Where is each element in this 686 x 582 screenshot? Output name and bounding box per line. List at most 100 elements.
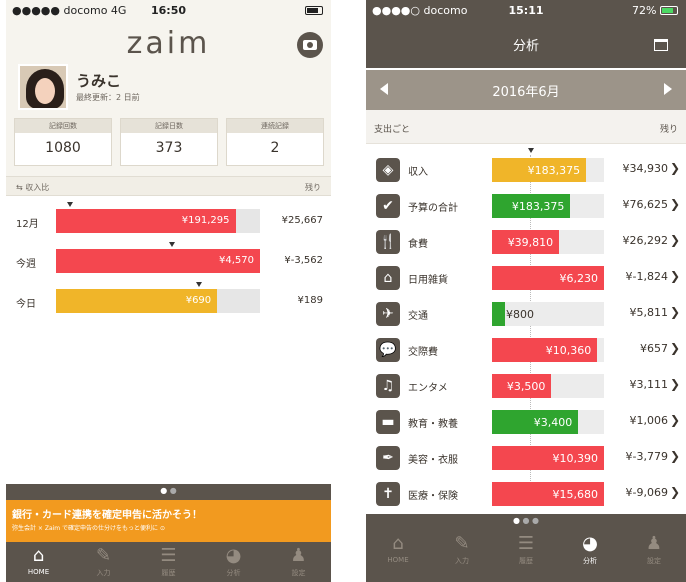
row-remaining: ¥-3,562 [284,255,323,266]
pencil-icon: ✎ [454,533,470,554]
tab-input[interactable]: ✎ 入力 [430,530,494,582]
nav-bar: 分析 [366,20,686,68]
pie-chart-icon: ◕ [582,533,598,554]
progress-fill: ¥39,810 [492,230,560,254]
category-remaining: ¥-9,069 [625,486,668,499]
camera-icon[interactable] [297,32,323,58]
status-bar: ●●●●○ docomo 15:11 72% [366,0,686,20]
income-ratio-toggle[interactable]: ⇆ 収入比 [16,182,49,193]
budget-row-week[interactable]: 今週 ¥4,570 ¥-3,562 [6,242,331,274]
next-month-icon[interactable] [664,83,672,95]
list-icon: ☰ [160,545,177,566]
page-title: 分析 [512,39,539,54]
progress-fill: ¥183,375 [492,158,587,182]
category-remaining: ¥-3,779 [625,450,668,463]
progress-fill: ¥3,400 [492,410,579,434]
tab-history[interactable]: ☰ 履歴 [494,530,558,582]
progress-fill: ¥6,230 [492,266,604,290]
category-row-education[interactable]: ▬ 教育・教養 ¥3,400 ¥1,006 ❯ [366,404,686,440]
promo-banner[interactable]: 銀行・カード連携を確定申告に活かそう！ 弥生会計 × Zaim で確定申告の仕分… [6,500,331,542]
chevron-right-icon[interactable]: ❯ [670,485,680,499]
category-row-beauty-clothing[interactable]: ✒ 美容・衣服 ¥10,390 ¥-3,779 ❯ [366,440,686,476]
chevron-right-icon[interactable]: ❯ [670,413,680,427]
progress-track: ¥3,400 [492,410,604,434]
page-indicator[interactable]: ● ● ● [366,514,686,530]
chevron-right-icon[interactable]: ❯ [670,197,680,211]
banner-subtitle: 弥生会計 × Zaim で確定申告の仕分けをもっと便利に ⊙ [12,525,165,532]
progress-track: ¥39,810 [492,230,604,254]
tab-settings[interactable]: ♟ 設定 [266,542,331,582]
budget-row-month[interactable]: 12月 ¥191,295 ¥25,667 [6,202,331,234]
page-indicator[interactable]: ● ● [6,484,331,500]
tab-analysis[interactable]: ◕ 分析 [558,530,622,582]
category-remaining: ¥76,625 [622,198,669,211]
battery-status: 72% [632,4,678,17]
category-remaining: ¥1,006 [629,414,669,427]
stat-label: 記録回数 [15,119,111,133]
chevron-right-icon[interactable]: ❯ [670,305,680,319]
progress-fill: ¥191,295 [56,209,236,233]
category-row-entertainment[interactable]: ♫ エンタメ ¥3,500 ¥3,111 ❯ [366,368,686,404]
category-value: ¥800 [506,308,534,321]
stat-label: 記録日数 [121,119,217,133]
category-row-budget-total[interactable]: ✔ 予算の合計 ¥183,375 ¥76,625 ❯ [366,188,686,224]
category-row-daily-goods[interactable]: ⌂ 日用雑貨 ¥6,230 ¥-1,824 ❯ [366,260,686,296]
tab-input[interactable]: ✎ 入力 [71,542,136,582]
chevron-right-icon[interactable]: ❯ [670,377,680,391]
chevron-right-icon[interactable]: ❯ [670,233,680,247]
stat-value: 1080 [45,140,81,156]
battery-percent: 72% [632,3,657,17]
battery-icon [305,4,323,17]
user-name: うみこ [76,72,122,90]
category-label: 日用雑貨 [408,275,448,286]
calendar-icon[interactable] [654,39,668,51]
category-remaining: ¥657 [640,342,668,355]
clock: 16:50 [150,3,186,17]
tab-home[interactable]: ⌂ HOME [366,530,430,582]
home-icon: ⌂ [392,533,404,554]
chevron-right-icon[interactable]: ❯ [670,449,680,463]
tab-analysis[interactable]: ◕ 分析 [201,542,266,582]
tab-label: 分析 [226,569,241,577]
section-header: ⇆ 収入比 残り [6,176,331,196]
chevron-right-icon[interactable]: ❯ [670,269,680,283]
chevron-right-icon[interactable]: ❯ [670,161,680,175]
speech-bubble-icon: 💬 [376,338,400,362]
progress-fill: ¥15,680 [492,482,604,506]
category-row-food[interactable]: 🍴 食費 ¥39,810 ¥26,292 ❯ [366,224,686,260]
category-label: 食費 [408,239,428,250]
budget-row-today[interactable]: 今日 ¥690 ¥189 [6,282,331,314]
tab-label: 履歴 [161,569,176,577]
month-label: 2016年6月 [492,85,560,100]
category-label: 美容・衣服 [408,455,458,466]
tab-settings[interactable]: ♟ 設定 [622,530,686,582]
progress-track: ¥10,360 [492,338,604,362]
stat-label: 連続記録 [227,119,323,133]
tab-label: 設定 [291,569,306,577]
avatar[interactable] [18,64,68,110]
category-label: 交通 [408,311,428,322]
remaining-header: 残り [305,183,321,192]
category-remaining: ¥34,930 [622,162,669,175]
progress-track: ¥690 [56,289,260,313]
section-header: 支出ごと 残り [366,110,686,144]
row-value: ¥4,570 [219,255,254,266]
tab-label: HOME [387,556,409,564]
tab-history[interactable]: ☰ 履歴 [136,542,201,582]
check-icon: ✔ [376,194,400,218]
ticket-icon: ◈ [376,158,400,182]
category-row-medical-insurance[interactable]: ✝ 医療・保険 ¥15,680 ¥-9,069 ❯ [366,476,686,512]
category-row-income[interactable]: ◈ 収入 ¥183,375 ¥34,930 ❯ [366,152,686,188]
progress-fill: ¥183,375 [492,194,571,218]
category-row-social[interactable]: 💬 交際費 ¥10,360 ¥657 ❯ [366,332,686,368]
chevron-right-icon[interactable]: ❯ [670,341,680,355]
category-row-transport[interactable]: ✈ 交通 ¥800 ¥5,811 ❯ [366,296,686,332]
category-value: ¥39,810 [507,236,554,249]
row-remaining: ¥25,667 [281,215,323,226]
tab-label: 設定 [647,557,661,565]
user-settings-icon: ♟ [290,545,307,566]
home-screen: ●●●●● docomo 4G 16:50 zaim うみこ 最終更新：2 日前… [6,0,331,582]
tab-home[interactable]: ⌂ HOME [6,542,71,582]
status-bar: ●●●●● docomo 4G 16:50 [6,0,331,20]
stat-value: 373 [155,140,183,156]
